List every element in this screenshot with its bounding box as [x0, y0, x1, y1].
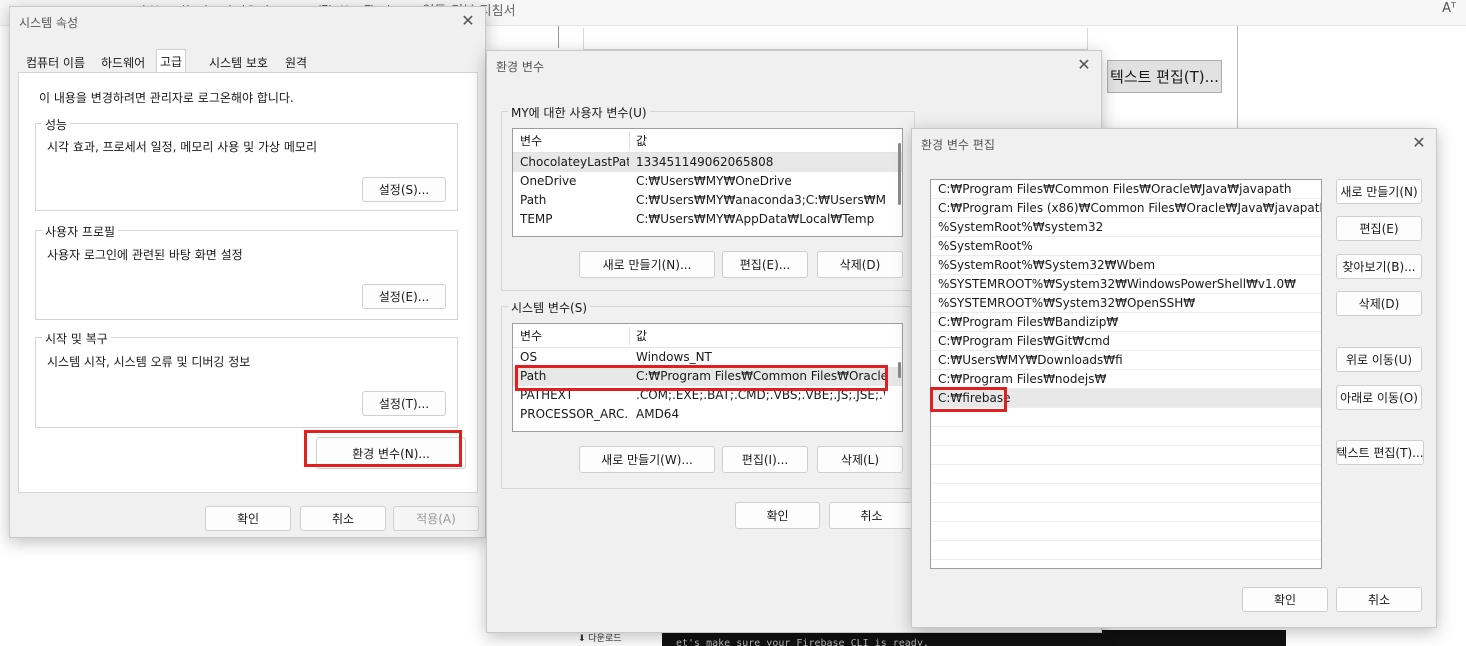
list-item[interactable]: %SYSTEMROOT%₩System32₩WindowsPowerShell₩…: [931, 275, 1321, 294]
window-title: 환경 변수 편집: [921, 137, 995, 152]
list-item[interactable]: %SystemRoot%₩system32: [931, 218, 1321, 237]
ok-button[interactable]: 확인: [1242, 587, 1328, 612]
list-item[interactable]: %SystemRoot%₩System32₩Wbem: [931, 256, 1321, 275]
path-entries-list[interactable]: C:₩Program Files₩Common Files₩Oracle₩Jav…: [930, 179, 1322, 569]
window-title: 환경 변수: [496, 59, 544, 74]
cancel-button[interactable]: 취소: [1336, 587, 1422, 612]
group-description: 사용자 로그인에 관련된 바탕 화면 설정: [47, 248, 243, 262]
list-item[interactable]: C:₩Users₩MY₩Downloads₩fi: [931, 351, 1321, 370]
list-item[interactable]: C:₩Program Files₩Common Files₩Oracle₩Jav…: [931, 180, 1321, 199]
list-header: 변수 값: [513, 324, 902, 348]
cancel-button[interactable]: 취소: [300, 506, 386, 531]
tab-remote[interactable]: 원격: [282, 51, 310, 73]
list-item[interactable]: %SYSTEMROOT%₩System32₩OpenSSH₩: [931, 294, 1321, 313]
tab-system-protection[interactable]: 시스템 보호: [206, 51, 271, 73]
system-properties-titlebar: 시스템 속성: [10, 7, 485, 37]
list-item[interactable]: Path C:₩Users₩MY₩anaconda3;C:₩Users₩MY₩.…: [513, 191, 902, 210]
text-edit-button[interactable]: 텍스트 편집(T)...: [1336, 440, 1424, 465]
apply-button[interactable]: 적용(A): [393, 506, 479, 531]
group-label: 시작 및 복구: [42, 330, 111, 347]
performance-settings-button[interactable]: 설정(S)...: [362, 177, 446, 202]
column-header-value[interactable]: 값: [629, 324, 647, 348]
system-new-button[interactable]: 새로 만들기(W)...: [579, 446, 715, 473]
window-title: 시스템 속성: [19, 15, 79, 30]
background-divider-right: [1237, 26, 1238, 136]
startup-recovery-settings-button[interactable]: 설정(T)...: [362, 391, 446, 416]
background-editor-box: [583, 28, 1088, 50]
edit-env-titlebar: 환경 변수 편집: [912, 129, 1436, 159]
scrollbar[interactable]: [898, 362, 901, 378]
close-icon[interactable]: ✕: [1410, 134, 1428, 152]
user-new-button[interactable]: 새로 만들기(N)...: [579, 251, 715, 278]
system-delete-button[interactable]: 삭제(L): [817, 446, 903, 473]
reader-mode-icon[interactable]: Aᵀ: [1442, 1, 1456, 16]
user-vars-list[interactable]: 변수 값 ChocolateyLastPat... 13345114906206…: [512, 128, 903, 237]
highlight-path-row: [515, 365, 888, 391]
group-label: MY에 대한 사용자 변수(U): [508, 104, 650, 121]
tab-hardware[interactable]: 하드웨어: [98, 51, 148, 73]
group-label: 성능: [42, 116, 71, 133]
startup-recovery-group: 시작 및 복구 시스템 시작, 시스템 오류 및 디버깅 정보 설정(T)...: [35, 330, 458, 428]
group-description: 시각 효과, 프로세서 일정, 메모리 사용 및 가상 메모리: [47, 140, 317, 154]
user-profiles-group: 사용자 프로필 사용자 로그인에 관련된 바탕 화면 설정 설정(E)...: [35, 223, 458, 320]
list-item[interactable]: %SystemRoot%: [931, 237, 1321, 256]
column-header-value[interactable]: 값: [629, 129, 647, 153]
list-item[interactable]: TEMP C:₩Users₩MY₩AppData₩Local₩Temp: [513, 210, 902, 229]
move-down-button[interactable]: 아래로 이동(O): [1336, 385, 1422, 410]
env-vars-titlebar: 환경 변수: [487, 51, 1101, 81]
list-header: 변수 값: [513, 129, 902, 153]
empty-row[interactable]: [931, 484, 1321, 503]
empty-row[interactable]: [931, 427, 1321, 446]
user-edit-button[interactable]: 편집(E)...: [722, 251, 808, 278]
highlight-firebase-entry: [930, 387, 1007, 412]
group-label: 시스템 변수(S): [508, 299, 590, 316]
group-description: 시스템 시작, 시스템 오류 및 디버깅 정보: [47, 355, 251, 369]
background-text-edit-button: 텍스트 편집(T)...: [1107, 60, 1222, 93]
browse-button[interactable]: 찾아보기(B)...: [1336, 254, 1422, 279]
tab-computer-name[interactable]: 컴퓨터 이름: [23, 51, 88, 73]
delete-button[interactable]: 삭제(D): [1336, 291, 1422, 316]
list-item[interactable]: OneDrive C:₩Users₩MY₩OneDrive: [513, 172, 902, 191]
highlight-env-button: [304, 430, 462, 467]
empty-row[interactable]: [931, 541, 1321, 560]
list-item[interactable]: C:₩Program Files (x86)₩Common Files₩Orac…: [931, 199, 1321, 218]
list-item[interactable]: ChocolateyLastPat... 133451149062065808: [513, 153, 902, 172]
close-icon[interactable]: ✕: [459, 12, 477, 30]
list-item[interactable]: PROCESSOR_ARC... AMD64: [513, 405, 902, 424]
list-item[interactable]: C:₩Program Files₩Git₩cmd: [931, 332, 1321, 351]
user-delete-button[interactable]: 삭제(D): [817, 251, 903, 278]
performance-group: 성능 시각 효과, 프로세서 일정, 메모리 사용 및 가상 메모리 설정(S)…: [35, 116, 458, 211]
cancel-button[interactable]: 취소: [829, 502, 914, 529]
empty-row[interactable]: [931, 503, 1321, 522]
scrollbar[interactable]: [898, 143, 901, 205]
empty-row[interactable]: [931, 465, 1321, 484]
list-item[interactable]: C:₩Program Files₩Bandizip₩: [931, 313, 1321, 332]
column-header-variable[interactable]: 변수: [513, 324, 629, 348]
background-divider: [558, 26, 559, 48]
move-up-button[interactable]: 위로 이동(U): [1336, 347, 1422, 372]
edit-environment-variable-window: 환경 변수 편집 ✕ C:₩Program Files₩Common Files…: [911, 128, 1437, 628]
empty-row[interactable]: [931, 522, 1321, 541]
system-properties-window: 시스템 속성 ✕ 컴퓨터 이름 하드웨어 고급 시스템 보호 원격 이 내용을 …: [9, 6, 486, 538]
group-label: 사용자 프로필: [42, 223, 119, 240]
ok-button[interactable]: 확인: [205, 506, 291, 531]
column-header-variable[interactable]: 변수: [513, 129, 629, 153]
admin-notice: 이 내용을 변경하려면 관리자로 로그온해야 합니다.: [39, 91, 294, 105]
edit-button[interactable]: 편집(E): [1336, 216, 1422, 241]
tab-advanced[interactable]: 고급: [156, 49, 187, 73]
ok-button[interactable]: 확인: [735, 502, 820, 529]
user-profiles-settings-button[interactable]: 설정(E)...: [362, 284, 446, 309]
empty-row[interactable]: [931, 446, 1321, 465]
new-button[interactable]: 새로 만들기(N): [1336, 179, 1422, 204]
system-edit-button[interactable]: 편집(I)...: [722, 446, 808, 473]
close-icon[interactable]: ✕: [1075, 56, 1093, 74]
